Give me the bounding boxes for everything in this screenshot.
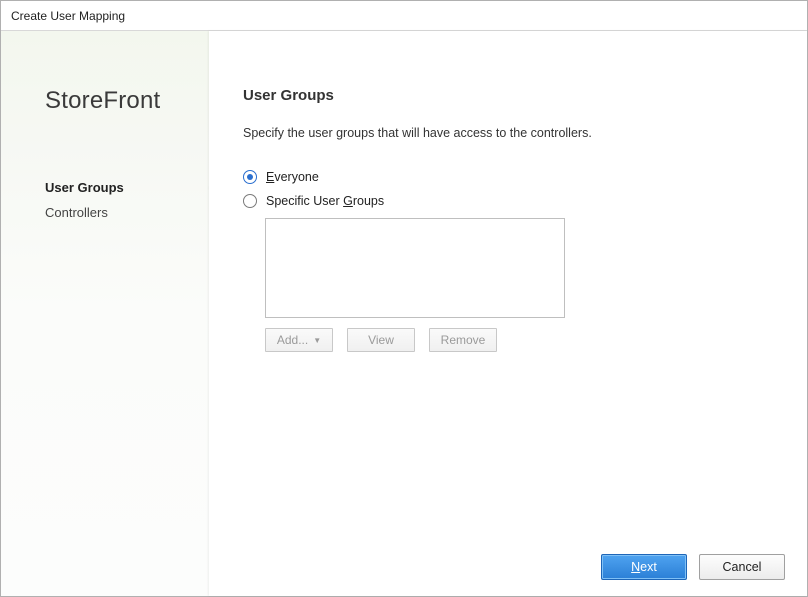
- list-button-row: Add... ▼ View Remove: [265, 328, 767, 352]
- content-panel: User Groups Specify the user groups that…: [209, 31, 807, 596]
- dialog-window: Create User Mapping StoreFront User Grou…: [0, 0, 808, 597]
- step-controllers[interactable]: Controllers: [45, 202, 209, 223]
- cancel-button-label: Cancel: [723, 560, 762, 574]
- cancel-button[interactable]: Cancel: [699, 554, 785, 580]
- radio-icon: [243, 170, 257, 184]
- radio-specific-groups[interactable]: Specific User Groups: [243, 194, 767, 208]
- radio-specific-label: Specific User Groups: [266, 194, 384, 208]
- brand-title: StoreFront: [45, 87, 209, 115]
- radio-icon: [243, 194, 257, 208]
- groups-listbox[interactable]: [265, 218, 565, 318]
- step-user-groups[interactable]: User Groups: [45, 177, 209, 198]
- content-inner: User Groups Specify the user groups that…: [209, 31, 807, 538]
- step-label: Controllers: [45, 205, 108, 220]
- dialog-footer: Next Cancel: [209, 538, 807, 596]
- dialog-body: StoreFront User Groups Controllers User …: [1, 31, 807, 596]
- step-label: User Groups: [45, 180, 124, 195]
- remove-button[interactable]: Remove: [429, 328, 497, 352]
- view-button[interactable]: View: [347, 328, 415, 352]
- next-button-label: Next: [631, 560, 657, 574]
- radio-everyone-label: Everyone: [266, 170, 319, 184]
- add-button[interactable]: Add... ▼: [265, 328, 333, 352]
- radio-everyone[interactable]: Everyone: [243, 170, 767, 184]
- window-title: Create User Mapping: [11, 9, 125, 23]
- wizard-steps: User Groups Controllers: [45, 177, 209, 223]
- page-heading: User Groups: [243, 87, 767, 104]
- page-description: Specify the user groups that will have a…: [243, 126, 767, 140]
- titlebar: Create User Mapping: [1, 1, 807, 31]
- sidebar: StoreFront User Groups Controllers: [1, 31, 209, 596]
- next-button[interactable]: Next: [601, 554, 687, 580]
- dropdown-caret-icon: ▼: [313, 336, 321, 345]
- remove-button-label: Remove: [441, 333, 486, 347]
- view-button-label: View: [368, 333, 394, 347]
- add-button-label: Add...: [277, 333, 308, 347]
